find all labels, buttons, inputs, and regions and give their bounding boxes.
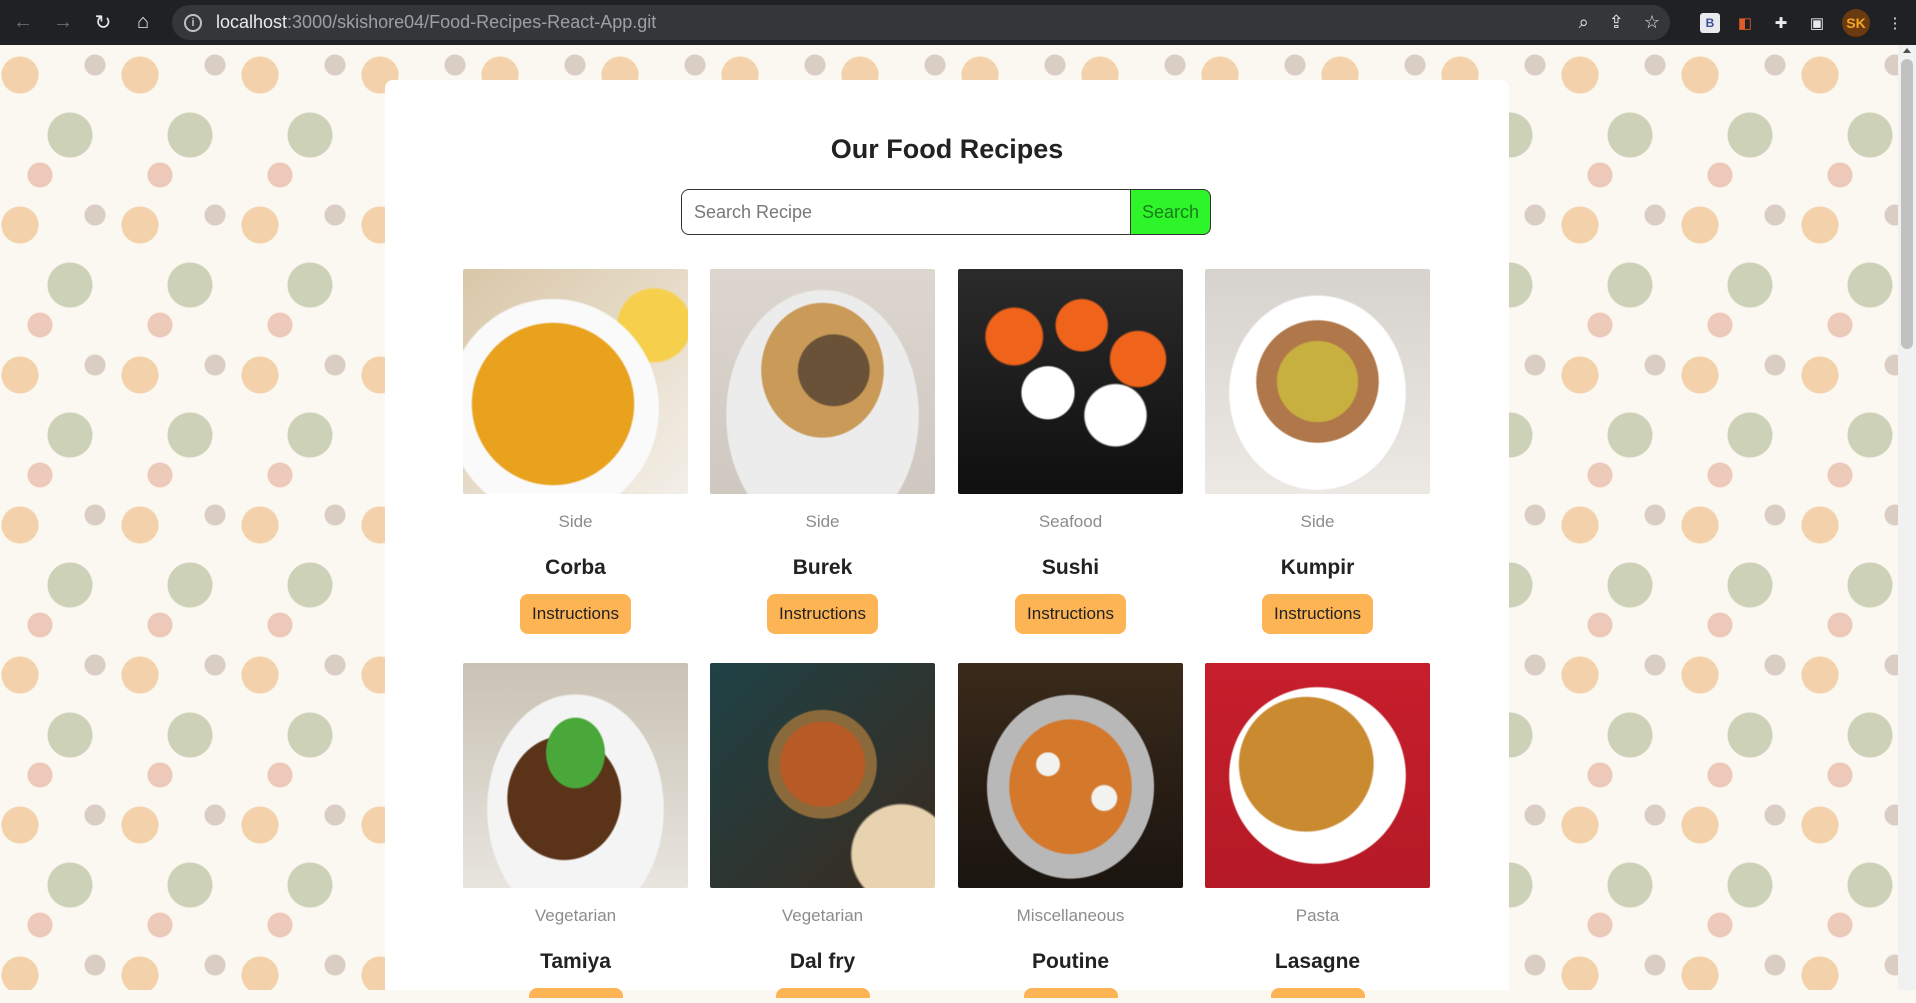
recipe-card: Miscellaneous Poutine <box>958 663 1183 1003</box>
recipe-category: Seafood <box>1038 512 1103 531</box>
recipe-name: Burek <box>792 556 853 579</box>
recipe-card: Vegetarian Tamiya <box>463 663 688 1003</box>
address-bar[interactable]: i localhost:3000/skishore04/Food-Recipes… <box>172 5 1670 40</box>
recipes-container: Our Food Recipes Search Side Corba Instr… <box>385 80 1509 998</box>
recipe-image <box>1205 663 1430 888</box>
recipe-name: Kumpir <box>1280 556 1355 579</box>
recipe-category: Vegetarian <box>534 906 617 925</box>
browser-toolbar: ← → ↻ ⌂ i localhost:3000/skishore04/Food… <box>0 0 1916 45</box>
recipe-card: Pasta Lasagne <box>1205 663 1430 1003</box>
instructions-button[interactable]: Instructions <box>1015 594 1126 634</box>
menu-kebab-icon[interactable]: ⋮ <box>1884 12 1906 34</box>
recipe-card: Side Burek Instructions <box>710 269 935 634</box>
recipe-image <box>710 269 935 494</box>
search-bar: Search <box>681 189 1211 235</box>
search-input[interactable] <box>681 189 1131 235</box>
vertical-scrollbar[interactable] <box>1898 45 1916 990</box>
recipe-category: Pasta <box>1295 906 1340 925</box>
forward-icon[interactable]: → <box>46 6 80 40</box>
recipe-category: Miscellaneous <box>1016 906 1125 925</box>
profile-avatar[interactable]: SK <box>1842 8 1870 37</box>
extensions-puzzle-icon[interactable]: ✚ <box>1770 12 1792 34</box>
recipe-image <box>710 663 935 888</box>
recipe-image <box>958 663 1183 888</box>
recipe-name: Sushi <box>1041 556 1100 579</box>
scroll-up-arrow-icon[interactable] <box>1903 48 1911 53</box>
recipe-card: Vegetarian Dal fry <box>710 663 935 1003</box>
instructions-button[interactable]: Instructions <box>1262 594 1373 634</box>
recipe-card: Seafood Sushi Instructions <box>958 269 1183 634</box>
extension-b-icon[interactable]: B <box>1700 12 1720 33</box>
recipe-category: Side <box>1300 512 1335 531</box>
bookmark-star-icon[interactable]: ☆ <box>1644 12 1660 33</box>
share-icon[interactable]: ⇪ <box>1609 12 1624 33</box>
recipe-card: Side Kumpir Instructions <box>1205 269 1430 634</box>
extension-flag-icon[interactable]: ◧ <box>1734 12 1756 34</box>
recipe-name: Poutine <box>1032 950 1109 973</box>
recipe-image <box>463 663 688 888</box>
back-icon[interactable]: ← <box>6 6 40 40</box>
recipe-image <box>1205 269 1430 494</box>
recipe-card: Side Corba Instructions <box>463 269 688 634</box>
side-panel-icon[interactable]: ▣ <box>1806 12 1828 34</box>
instructions-button[interactable]: Instructions <box>767 594 878 634</box>
scroll-thumb[interactable] <box>1901 59 1913 349</box>
reload-icon[interactable]: ↻ <box>86 6 120 40</box>
recipe-image <box>958 269 1183 494</box>
search-button[interactable]: Search <box>1131 189 1211 235</box>
recipe-category: Vegetarian <box>781 906 864 925</box>
zoom-icon[interactable]: ⌕ <box>1579 12 1589 33</box>
instructions-button[interactable]: Instructions <box>520 594 631 634</box>
recipe-name: Corba <box>545 556 606 579</box>
recipe-name: Lasagne <box>1274 950 1361 973</box>
site-info-icon[interactable]: i <box>184 13 202 32</box>
recipe-category: Side <box>805 512 840 531</box>
url-host: localhost <box>216 12 288 32</box>
url-text[interactable]: localhost:3000/skishore04/Food-Recipes-R… <box>216 12 656 33</box>
recipe-name: Tamiya <box>540 950 611 973</box>
recipe-name: Dal fry <box>789 950 856 973</box>
home-icon[interactable]: ⌂ <box>126 6 160 40</box>
recipe-category: Side <box>558 512 593 531</box>
recipe-image <box>463 269 688 494</box>
url-path: :3000/skishore04/Food-Recipes-React-App.… <box>287 12 657 32</box>
page-title: Our Food Recipes <box>830 134 1064 164</box>
